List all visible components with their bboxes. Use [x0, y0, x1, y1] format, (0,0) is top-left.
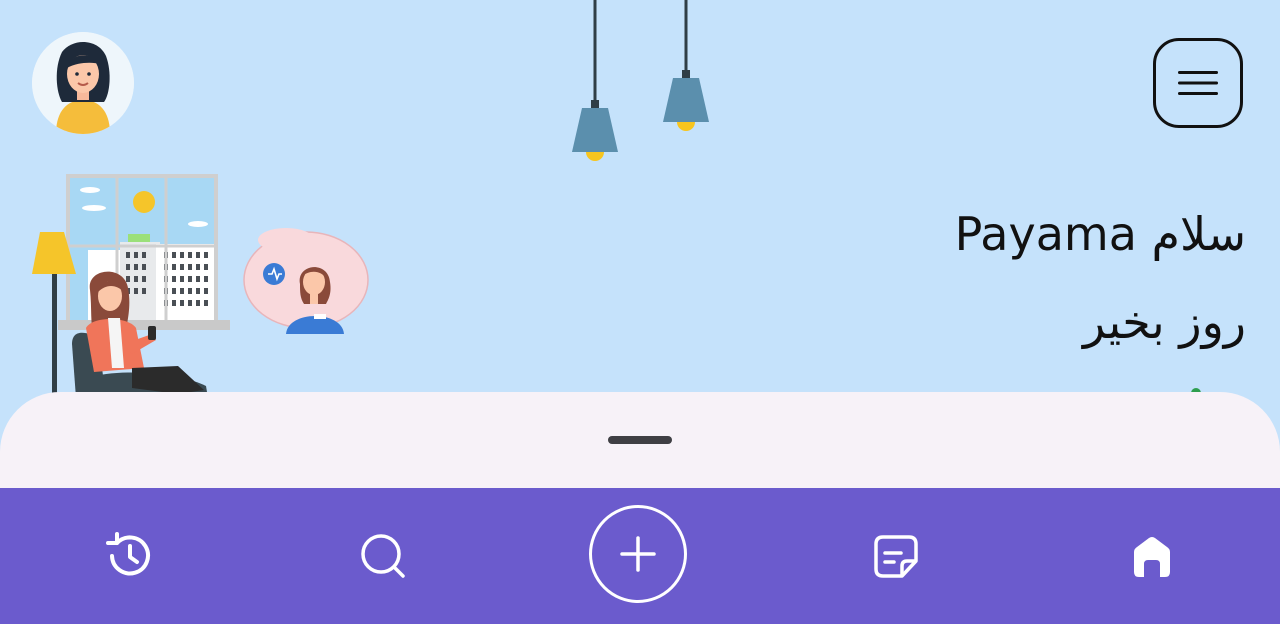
user-avatar[interactable] [32, 32, 134, 134]
nav-notes-button[interactable] [866, 526, 926, 586]
add-button[interactable] [589, 505, 687, 603]
lamps-illustration [572, 0, 709, 161]
hamburger-menu-icon [1178, 71, 1218, 95]
greeting-text: سلام Payama [954, 207, 1246, 261]
nav-home-button[interactable] [1122, 526, 1182, 586]
nav-search-button[interactable] [353, 526, 413, 586]
sub-greeting-text: روز بخیر [1082, 295, 1246, 349]
nav-history-button[interactable] [99, 526, 159, 586]
sheet-drag-handle[interactable] [608, 436, 672, 444]
menu-button[interactable] [1153, 38, 1243, 128]
search-icon [361, 534, 405, 578]
plus-icon [620, 536, 656, 572]
avatar-icon [32, 32, 134, 134]
home-icon [1134, 537, 1170, 577]
telemedicine-illustration [32, 174, 369, 398]
note-icon [874, 535, 918, 578]
home-screen: سلام Payama روز بخیر [0, 0, 1280, 624]
history-icon [106, 532, 150, 576]
